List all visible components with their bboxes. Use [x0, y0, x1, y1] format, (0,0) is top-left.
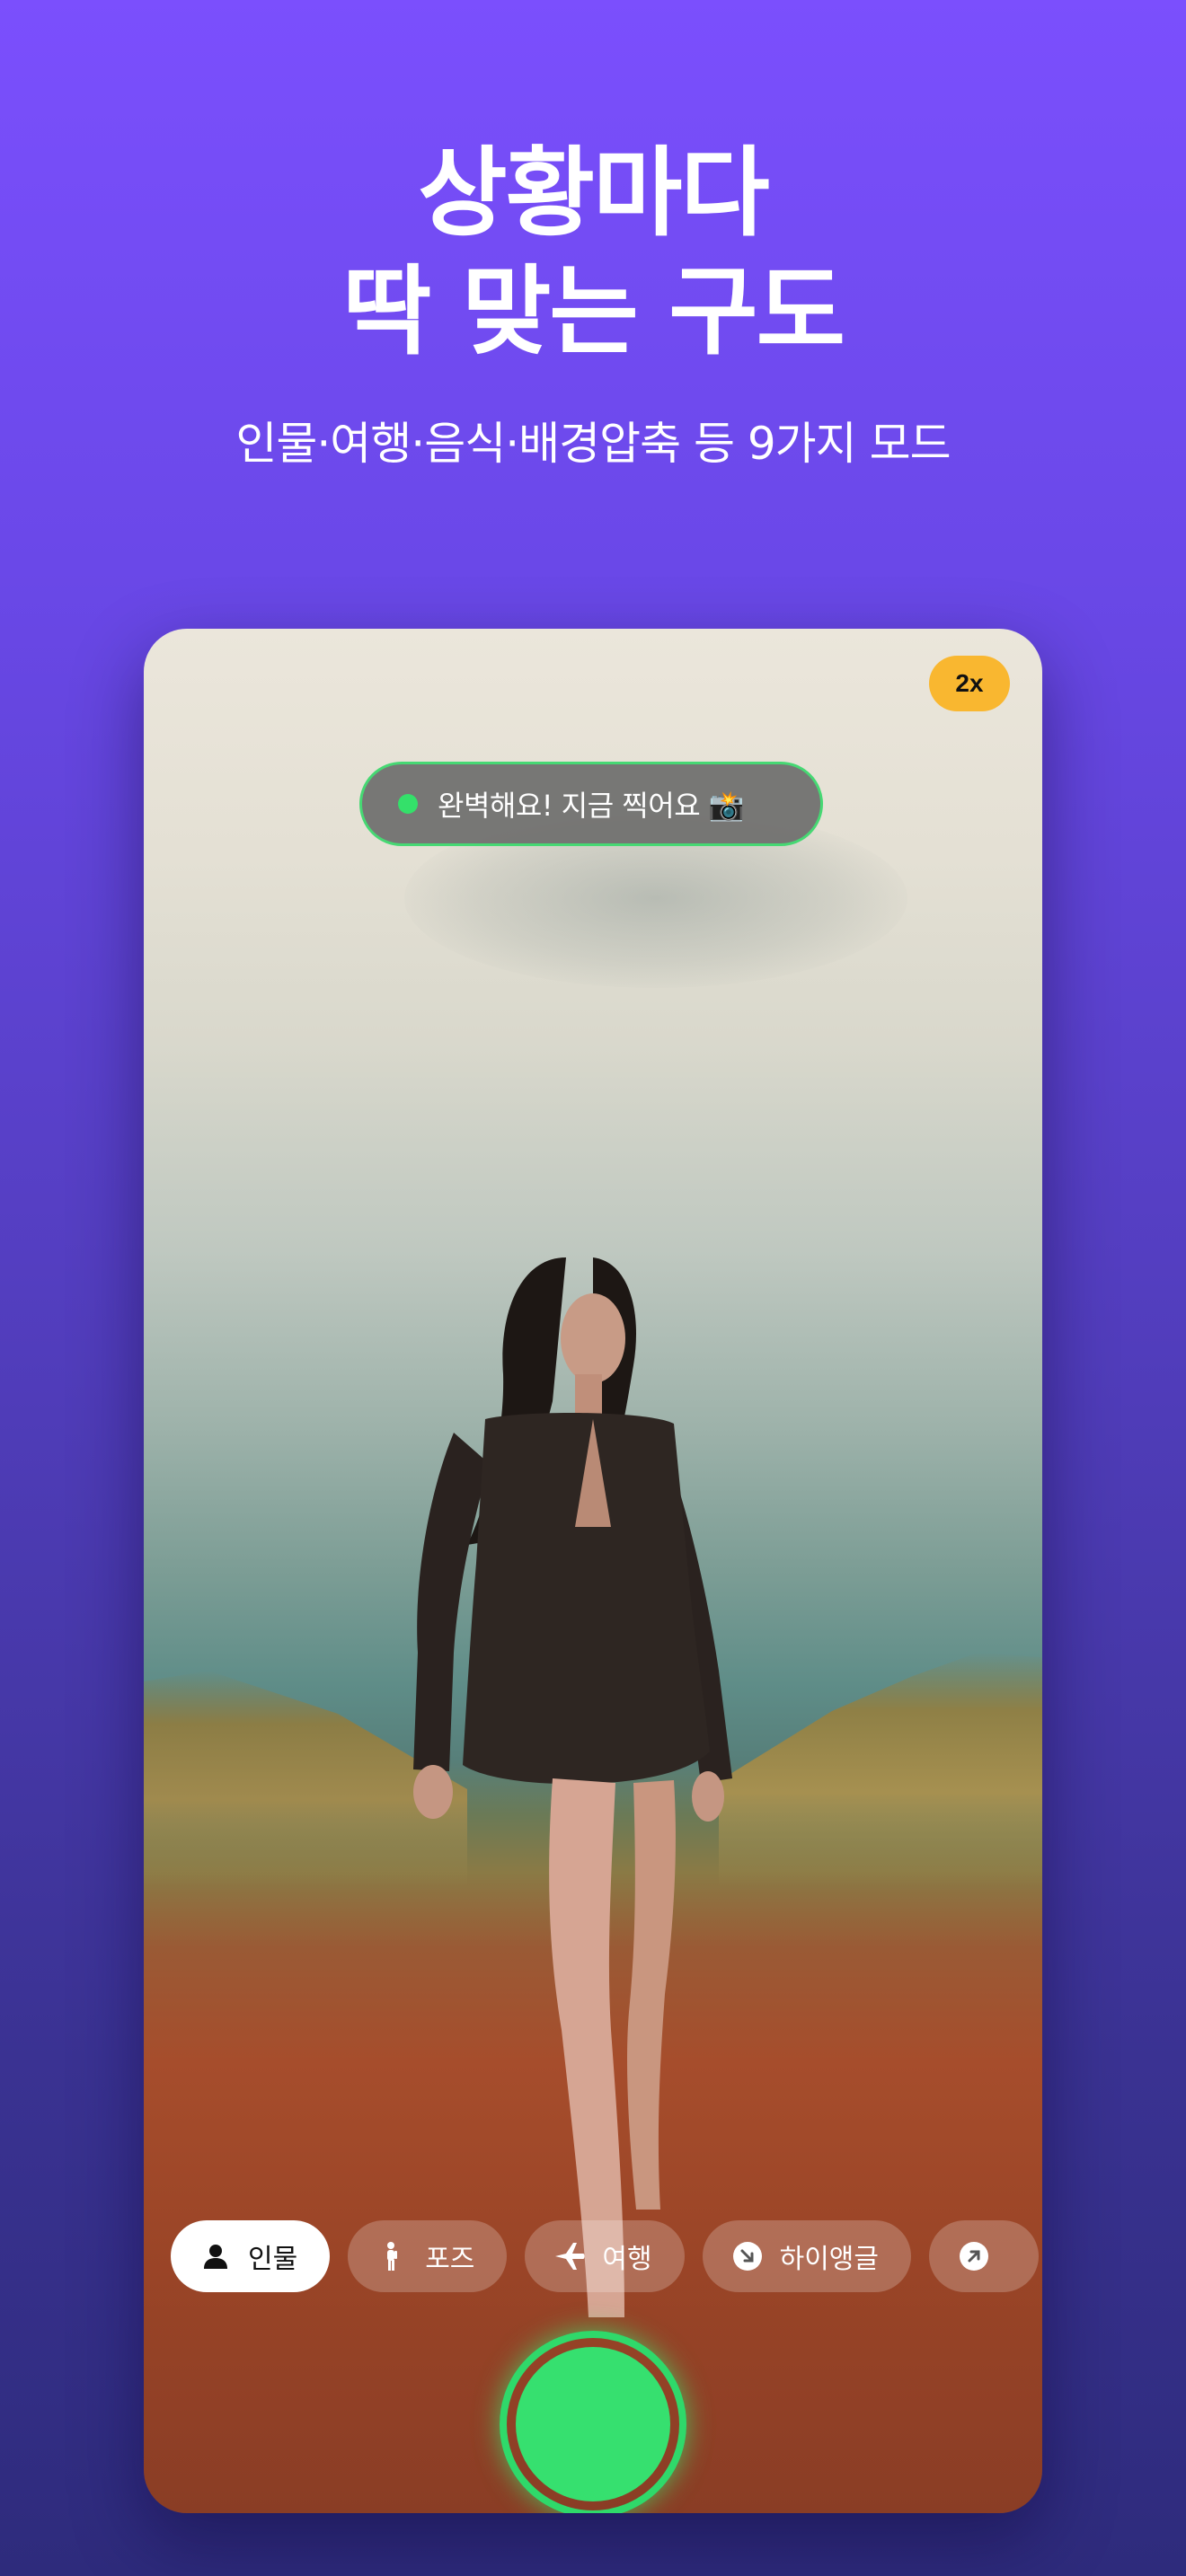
subtitle: 인물·여행·음식·배경압축 등 9가지 모드	[235, 418, 951, 470]
mode-label: 하이앵글	[779, 2244, 880, 2275]
arrow-up-right-circle-icon	[958, 2240, 990, 2272]
airplane-icon	[553, 2240, 586, 2272]
camera-preview: 2x 완벽해요! 지금 찍어요 📸 인물 포즈 여행 하이앵글	[144, 629, 1042, 2513]
composition-status-pill: 완벽해요! 지금 찍어요 📸	[359, 762, 823, 846]
headline: 상황마다 딱 맞는 구도	[0, 135, 1186, 372]
mode-portrait[interactable]: 인물	[171, 2220, 331, 2292]
mode-high-angle[interactable]: 하이앵글	[702, 2220, 912, 2292]
mode-travel[interactable]: 여행	[525, 2220, 685, 2292]
mode-label: 여행	[602, 2244, 652, 2275]
pose-icon	[376, 2240, 409, 2272]
person-icon	[199, 2240, 232, 2272]
zoom-level-badge[interactable]: 2x	[929, 656, 1010, 711]
mode-low-angle[interactable]	[929, 2220, 1040, 2292]
status-indicator-dot	[398, 794, 418, 814]
mode-label: 포즈	[425, 2244, 475, 2275]
shutter-button[interactable]	[500, 2331, 686, 2513]
status-text: 완벽해요! 지금 찍어요 📸	[438, 789, 745, 823]
mode-selector: 인물 포즈 여행 하이앵글	[171, 2220, 1042, 2292]
mode-pose[interactable]: 포즈	[348, 2220, 508, 2292]
shutter-button-icon	[516, 2347, 670, 2501]
arrow-down-right-circle-icon	[731, 2240, 764, 2272]
mode-label: 인물	[248, 2244, 298, 2275]
headline-line-1: 상황마다	[418, 137, 769, 250]
headline-line-2: 딱 맞는 구도	[342, 256, 845, 368]
